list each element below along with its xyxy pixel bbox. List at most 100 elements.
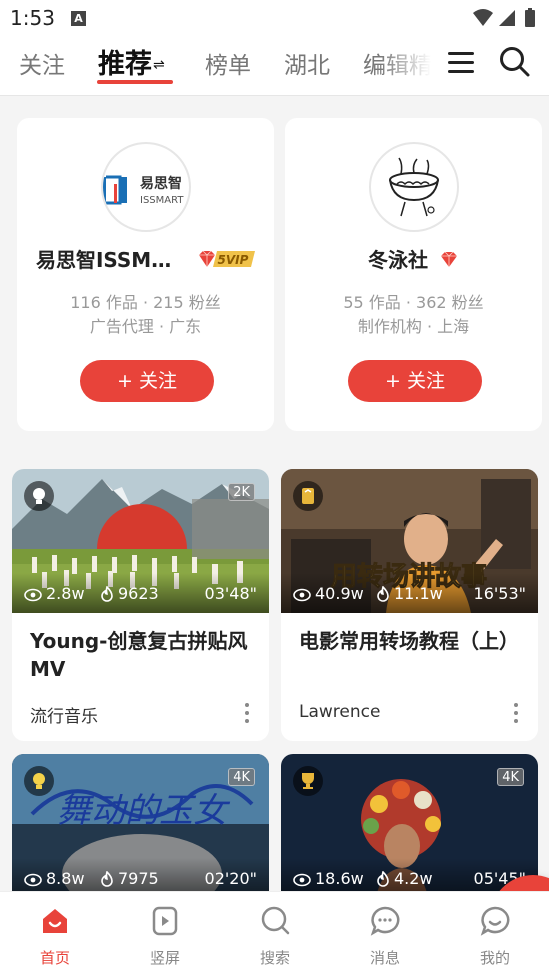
hamburger-menu-icon[interactable] [444,48,478,76]
more-options-icon[interactable] [506,701,526,725]
status-bar: 1:53 A [0,0,549,36]
view-count: 2.8w [24,584,85,603]
nav-search[interactable]: 搜索 [220,892,330,977]
nav-vertical[interactable]: 竖屏 [110,892,220,977]
video-card[interactable]: 2K 2.8w 9623 03'48" Young-创意复古拼贴风MV 流行音乐 [12,469,269,741]
view-count-value: 18.6w [315,869,364,888]
nav-vertical-label: 竖屏 [149,949,180,967]
like-count: 11.1w [376,584,443,603]
creator-name[interactable]: 冬泳社 [368,244,428,273]
top-tab-bar: 关注 推荐⇌ 榜单 湖北 编辑精 [0,36,549,96]
tab-rankings[interactable]: 榜单 [205,46,251,80]
creator-card[interactable]: 冬泳社 55 作品 · 362 粉丝 制作机构 · 上海 + 关注 [285,118,542,431]
creator-meta: 制作机构 · 上海 [357,317,470,336]
view-count: 18.6w [293,869,364,888]
nav-profile[interactable]: 我的 [440,892,549,977]
video-card[interactable]: 4K 18.6w 4.2w 05'45" [281,754,538,891]
resolution-badge: 4K [228,768,255,786]
nav-search-label: 搜索 [259,949,290,967]
signal-battery-icons [473,8,535,27]
channel-badge [24,481,54,511]
video-thumbnail[interactable]: 2K 2.8w 9623 03'48" [12,469,269,613]
home-icon [43,909,67,933]
flame-icon [101,871,113,887]
video-duration: 02'20" [204,869,257,888]
issmart-logo: 易思智 ISSMART [103,175,184,206]
video-author[interactable]: 流行音乐 [30,702,98,727]
view-count-value: 2.8w [46,584,85,603]
creator-name[interactable]: 易思智ISSMA... [36,244,186,273]
search-icon [261,906,290,935]
video-thumbnail[interactable]: 用转场讲故事 40.9w 11.1w 16'53" [281,469,538,613]
status-time: 1:53 [10,6,55,30]
lightbulb-icon [33,773,45,789]
video-card[interactable]: 用转场讲故事 40.9w 11.1w 16'53" 电影常用转场教程（上） La… [281,469,538,741]
like-count: 4.2w [376,869,433,888]
avatar[interactable] [369,142,459,232]
nav-home-label: 首页 [39,949,70,967]
creator-meta: 广告代理 · 广东 [89,317,202,336]
avatar[interactable]: 易思智 ISSMART [101,142,191,232]
svip-badge: 5VIP [199,250,256,267]
follow-button[interactable]: + 关注 [348,360,482,402]
view-count: 8.8w [24,869,85,888]
diamond-badge-icon [441,251,458,267]
battery-icon [525,10,535,27]
like-count-value: 11.1w [394,584,443,603]
search-icon[interactable] [497,44,531,78]
video-duration: 16'53" [473,584,526,603]
thumbnail-stats: 40.9w 11.1w 16'53" [281,573,538,613]
cell-signal-icon [499,10,515,26]
bottom-tab-bar: 首页 竖屏 搜索 消息 我的 [0,891,549,977]
vip-badge-text: 5VIP [218,253,249,267]
creator-name-row: 冬泳社 [285,244,542,273]
create-fab-button[interactable] [490,875,549,891]
thumbnail-stats: 2.8w 9623 03'48" [12,573,269,613]
eye-icon [24,873,42,887]
nav-profile-label: 我的 [479,949,510,967]
flame-icon [377,871,389,887]
video-title[interactable]: 电影常用转场教程（上） [299,627,524,655]
trophy-badge-icon [302,773,314,789]
winter-swim-logo [389,157,439,217]
follow-button[interactable]: + 关注 [80,360,214,402]
tab-following[interactable]: 关注 [19,46,65,80]
tab-scroll-fade [380,36,444,95]
video-title[interactable]: Young-创意复古拼贴风MV [30,627,255,683]
tab-recommended[interactable]: 推荐⇌ [98,42,165,81]
view-count-value: 8.8w [46,869,85,888]
view-count: 40.9w [293,584,364,603]
nav-messages-label: 消息 [369,949,400,967]
video-thumbnail[interactable]: 舞动的玉女 4K 8.8w 7975 02'20" [12,754,269,891]
avatar-text-cn: 易思智 [140,175,182,192]
profile-icon [480,906,510,936]
wifi-icon [473,9,493,26]
feed[interactable]: 易思智 ISSMART 易思智ISSMA... 5VIP 116 作品 · 21… [0,97,549,891]
nav-home[interactable]: 首页 [0,892,110,977]
video-thumbnail[interactable]: 4K 18.6w 4.2w 05'45" [281,754,538,891]
video-card[interactable]: 舞动的玉女 4K 8.8w 7975 02'20" [12,754,269,891]
video-author[interactable]: Lawrence [299,702,380,722]
nav-messages[interactable]: 消息 [330,892,440,977]
message-icon [370,906,400,936]
creator-card[interactable]: 易思智 ISSMART 易思智ISSMA... 5VIP 116 作品 · 21… [17,118,274,431]
more-options-icon[interactable] [237,701,257,725]
flame-icon [101,586,113,602]
resolution-badge: 2K [228,483,255,501]
thumbnail-overlay-text: 舞动的玉女 [57,791,231,831]
tab-hubei[interactable]: 湖北 [284,46,330,80]
plus-icon [490,875,549,891]
creator-stats: 116 作品 · 215 粉丝 [70,293,221,312]
bookmark-badge-icon [302,488,314,504]
channel-badge [293,766,323,796]
view-count-value: 40.9w [315,584,364,603]
eye-icon [24,588,42,602]
active-tab-indicator [97,80,173,84]
notification-icon: A [71,11,86,26]
creator-name-row: 易思智ISSMA... 5VIP [17,244,274,273]
avatar-text-en: ISSMART [140,195,184,206]
vertical-video-icon [152,906,178,936]
like-count-value: 4.2w [394,869,433,888]
thumbnail-stats: 8.8w 7975 02'20" [12,858,269,891]
channel-badge [24,766,54,796]
